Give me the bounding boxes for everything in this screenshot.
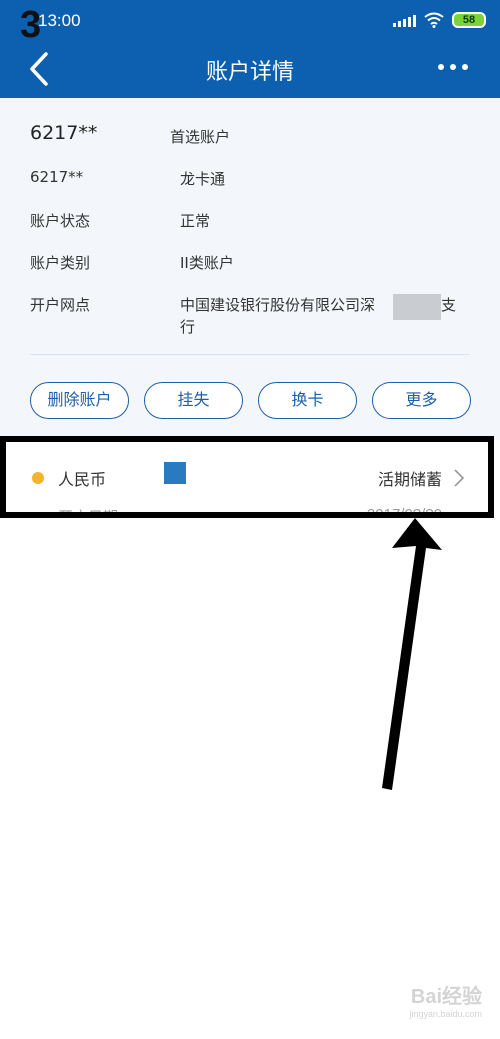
status-time: 13:00 [38, 11, 81, 30]
chevron-right-icon [454, 469, 465, 487]
branch-value-line1: 中国建设银行股份有限公司深 [180, 296, 376, 314]
watermark-url: jingyan.baidu.com [409, 1009, 482, 1019]
delete-account-button[interactable]: 删除账户 [30, 382, 129, 419]
branch-value-suffix: 支 [441, 296, 457, 314]
status-label: 账户状态 [30, 212, 91, 230]
category-label: 账户类别 [30, 254, 91, 272]
account-type: 活期储蓄 [377, 470, 442, 489]
step-number: 3 [20, 4, 42, 46]
card-number-2: 6217** [30, 168, 84, 186]
status-icons: 58 [393, 12, 486, 28]
report-loss-button[interactable]: 挂失 [144, 382, 243, 419]
open-date-label: 开户日期 [58, 508, 119, 518]
currency-label: 人民币 [58, 470, 107, 489]
page-title: 账户详情 [205, 60, 294, 85]
branch-label: 开户网点 [30, 296, 91, 314]
sub-account-row[interactable]: 人民币 活期储蓄 开户日期 2017/0?/?0 [0, 436, 494, 518]
branch-value-line2: 行 [180, 318, 196, 336]
account-detail-card: 6217** 首选账户 6217** 龙卡通 账户状态 正常 账户类别 II类账… [0, 98, 500, 440]
card-number: 6217** [30, 122, 98, 144]
replace-card-button[interactable]: 换卡 [258, 382, 357, 419]
action-buttons: 删除账户 挂失 换卡 更多 [30, 382, 471, 419]
more-dots-icon[interactable] [438, 64, 468, 70]
status-value: 正常 [180, 212, 211, 230]
card-name: 龙卡通 [180, 170, 226, 188]
watermark-logo: Bai经验 [410, 986, 482, 1008]
category-value: II类账户 [180, 254, 234, 272]
wifi-icon [424, 12, 444, 28]
open-date-value: 2017/0?/?0 [366, 506, 442, 518]
card-number-row: 6217** [30, 122, 97, 144]
app-header: 13:00 58 账户详情 [0, 0, 500, 98]
redaction [393, 294, 441, 320]
battery-icon: 58 [452, 12, 486, 28]
redaction [164, 462, 186, 484]
signal-icon [393, 13, 416, 27]
divider [30, 354, 470, 355]
more-button[interactable]: 更多 [372, 382, 471, 419]
watermark: Bai经验 jingyan.baidu.com [409, 980, 482, 1019]
preferred-label: 首选账户 [170, 128, 231, 146]
status-dot-icon [32, 472, 44, 484]
annotation-arrow-icon [382, 518, 442, 790]
